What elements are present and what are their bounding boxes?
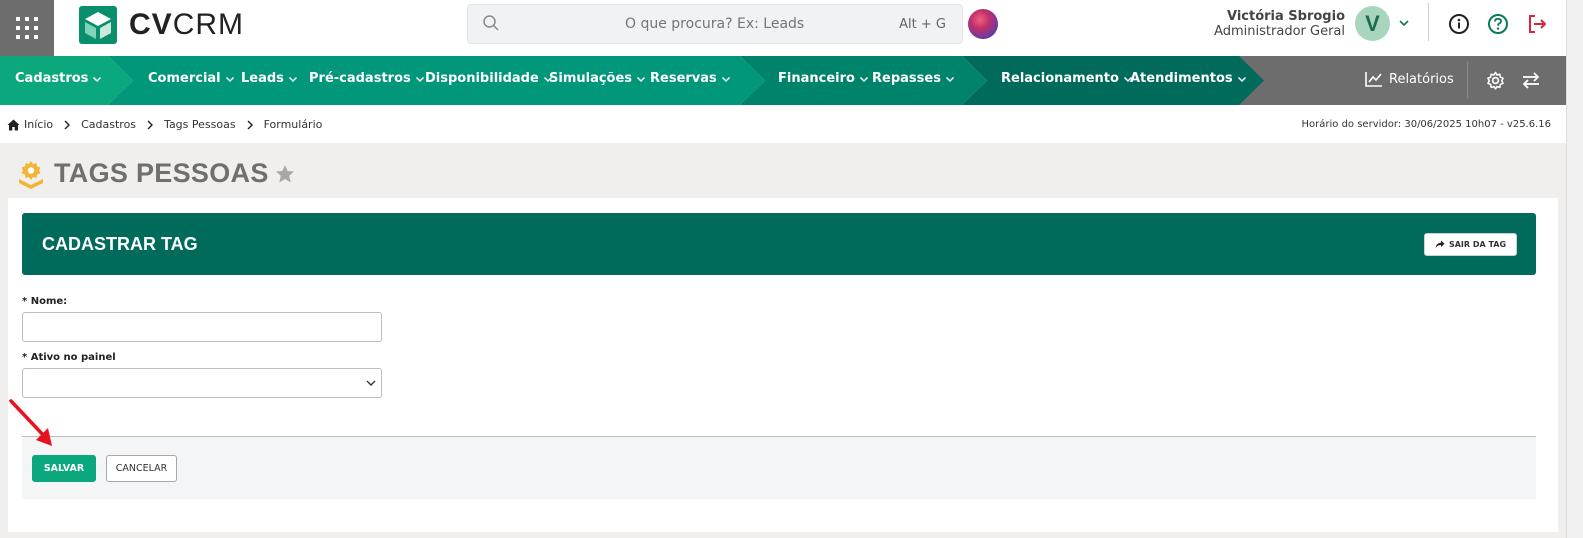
breadcrumb: Início Cadastros Tags Pessoas Formulário — [7, 118, 322, 131]
nav-disponibilidade[interactable]: Disponibilidade — [425, 71, 553, 86]
grid-icon — [16, 17, 38, 39]
chevron-down-icon — [415, 76, 424, 82]
avatar[interactable]: V — [1355, 6, 1390, 41]
cube-logo-icon — [79, 6, 117, 44]
chevron-right-icon — [147, 120, 154, 129]
search-placeholder: O que procura? Ex: Leads — [625, 16, 805, 32]
nav-leads[interactable]: Leads — [241, 71, 298, 86]
chevron-down-icon — [93, 76, 102, 82]
chevron-down-icon — [1237, 76, 1246, 82]
chevron-right-icon — [247, 120, 253, 129]
apps-menu-button[interactable] — [0, 0, 54, 56]
server-time: Horário do servidor: 30/06/2025 10h07 - … — [1301, 119, 1551, 130]
form-title: CADASTRAR TAG — [42, 234, 198, 254]
breadcrumb-tags-pessoas[interactable]: Tags Pessoas — [164, 118, 236, 131]
nav-tools-divider — [1467, 62, 1468, 98]
name-input[interactable] — [22, 312, 382, 342]
chevron-down-icon — [637, 76, 646, 82]
cvcrm-logo[interactable]: CVCRM — [79, 5, 244, 45]
logout-icon[interactable] — [1526, 13, 1548, 35]
form-actions: SALVAR CANCELAR — [22, 436, 1536, 499]
breadcrumb-cadastros[interactable]: Cadastros — [81, 118, 136, 131]
save-button[interactable]: SALVAR — [32, 455, 96, 482]
gear-icon[interactable] — [1486, 71, 1505, 90]
nav-financeiro[interactable]: Financeiro — [778, 71, 869, 86]
exit-tag-button[interactable]: SAIR DA TAG — [1424, 233, 1517, 256]
top-header: CVCRM O que procura? Ex: Leads Alt + G V… — [0, 0, 1583, 56]
page-title: TAGS PESSOAS — [54, 158, 269, 188]
cancel-button[interactable]: CANCELAR — [106, 455, 177, 482]
nav-simulacoes[interactable]: Simulações — [549, 71, 646, 86]
form-header: CADASTRAR TAG SAIR DA TAG — [22, 213, 1536, 275]
search-icon — [483, 15, 499, 31]
nav-pre-cadastros[interactable]: Pré-cadastros — [309, 71, 425, 86]
line-chart-icon — [1365, 72, 1382, 87]
chevron-down-icon — [945, 76, 954, 82]
reports-link[interactable]: Relatórios — [1365, 71, 1454, 87]
nav-tools: Relatórios — [1264, 56, 1566, 105]
help-icon[interactable] — [1487, 13, 1509, 35]
user-info[interactable]: Victória Sbrogio Administrador Geral — [1214, 9, 1345, 40]
logo-wordmark: CVCRM — [129, 8, 245, 41]
breadcrumb-bar: Início Cadastros Tags Pessoas Formulário… — [0, 105, 1566, 143]
info-icon[interactable] — [1448, 13, 1470, 35]
chevron-down-icon[interactable] — [1398, 17, 1410, 29]
chevron-down-icon — [288, 76, 297, 82]
assistant-orb-icon[interactable] — [968, 9, 998, 39]
gear-box-icon — [19, 160, 43, 189]
nav-reservas[interactable]: Reservas — [650, 71, 731, 86]
favorite-star-icon[interactable] — [275, 164, 295, 184]
active-select[interactable] — [22, 368, 382, 398]
annotation-arrow-icon — [9, 399, 52, 446]
chevron-down-icon — [225, 76, 234, 82]
global-search-input[interactable]: O que procura? Ex: Leads Alt + G — [467, 4, 963, 44]
form-card: CADASTRAR TAG SAIR DA TAG * Nome: * Ativ… — [8, 198, 1558, 532]
breadcrumb-formulario: Formulário — [263, 118, 323, 131]
page-scrollbar[interactable] — [1566, 0, 1583, 538]
home-icon — [7, 119, 20, 130]
user-role: Administrador Geral — [1214, 24, 1345, 39]
header-divider — [1428, 3, 1429, 41]
chevron-down-icon — [721, 76, 730, 82]
user-name: Victória Sbrogio — [1226, 9, 1345, 24]
nav-atendimentos[interactable]: Atendimentos — [1130, 71, 1247, 86]
nav-relacionamento[interactable]: Relacionamento — [1001, 71, 1133, 86]
page-title-row: TAGS PESSOAS — [16, 158, 295, 189]
search-shortcut-hint: Alt + G — [899, 17, 946, 32]
chevron-right-icon — [64, 120, 71, 129]
nav-comercial[interactable]: Comercial — [148, 71, 235, 86]
swap-icon[interactable] — [1521, 71, 1541, 90]
breadcrumb-home[interactable]: Início — [24, 118, 53, 131]
share-arrow-icon — [1435, 240, 1445, 249]
nav-cadastros[interactable]: Cadastros — [15, 71, 102, 86]
active-label: * Ativo no painel — [22, 352, 116, 363]
nav-repasses[interactable]: Repasses — [872, 71, 955, 86]
main-navigation: Cadastros Comercial Leads Pré-cadastros … — [0, 56, 1566, 105]
name-label: * Nome: — [22, 296, 68, 307]
chevron-down-icon — [366, 380, 376, 386]
chevron-down-icon — [859, 76, 868, 82]
